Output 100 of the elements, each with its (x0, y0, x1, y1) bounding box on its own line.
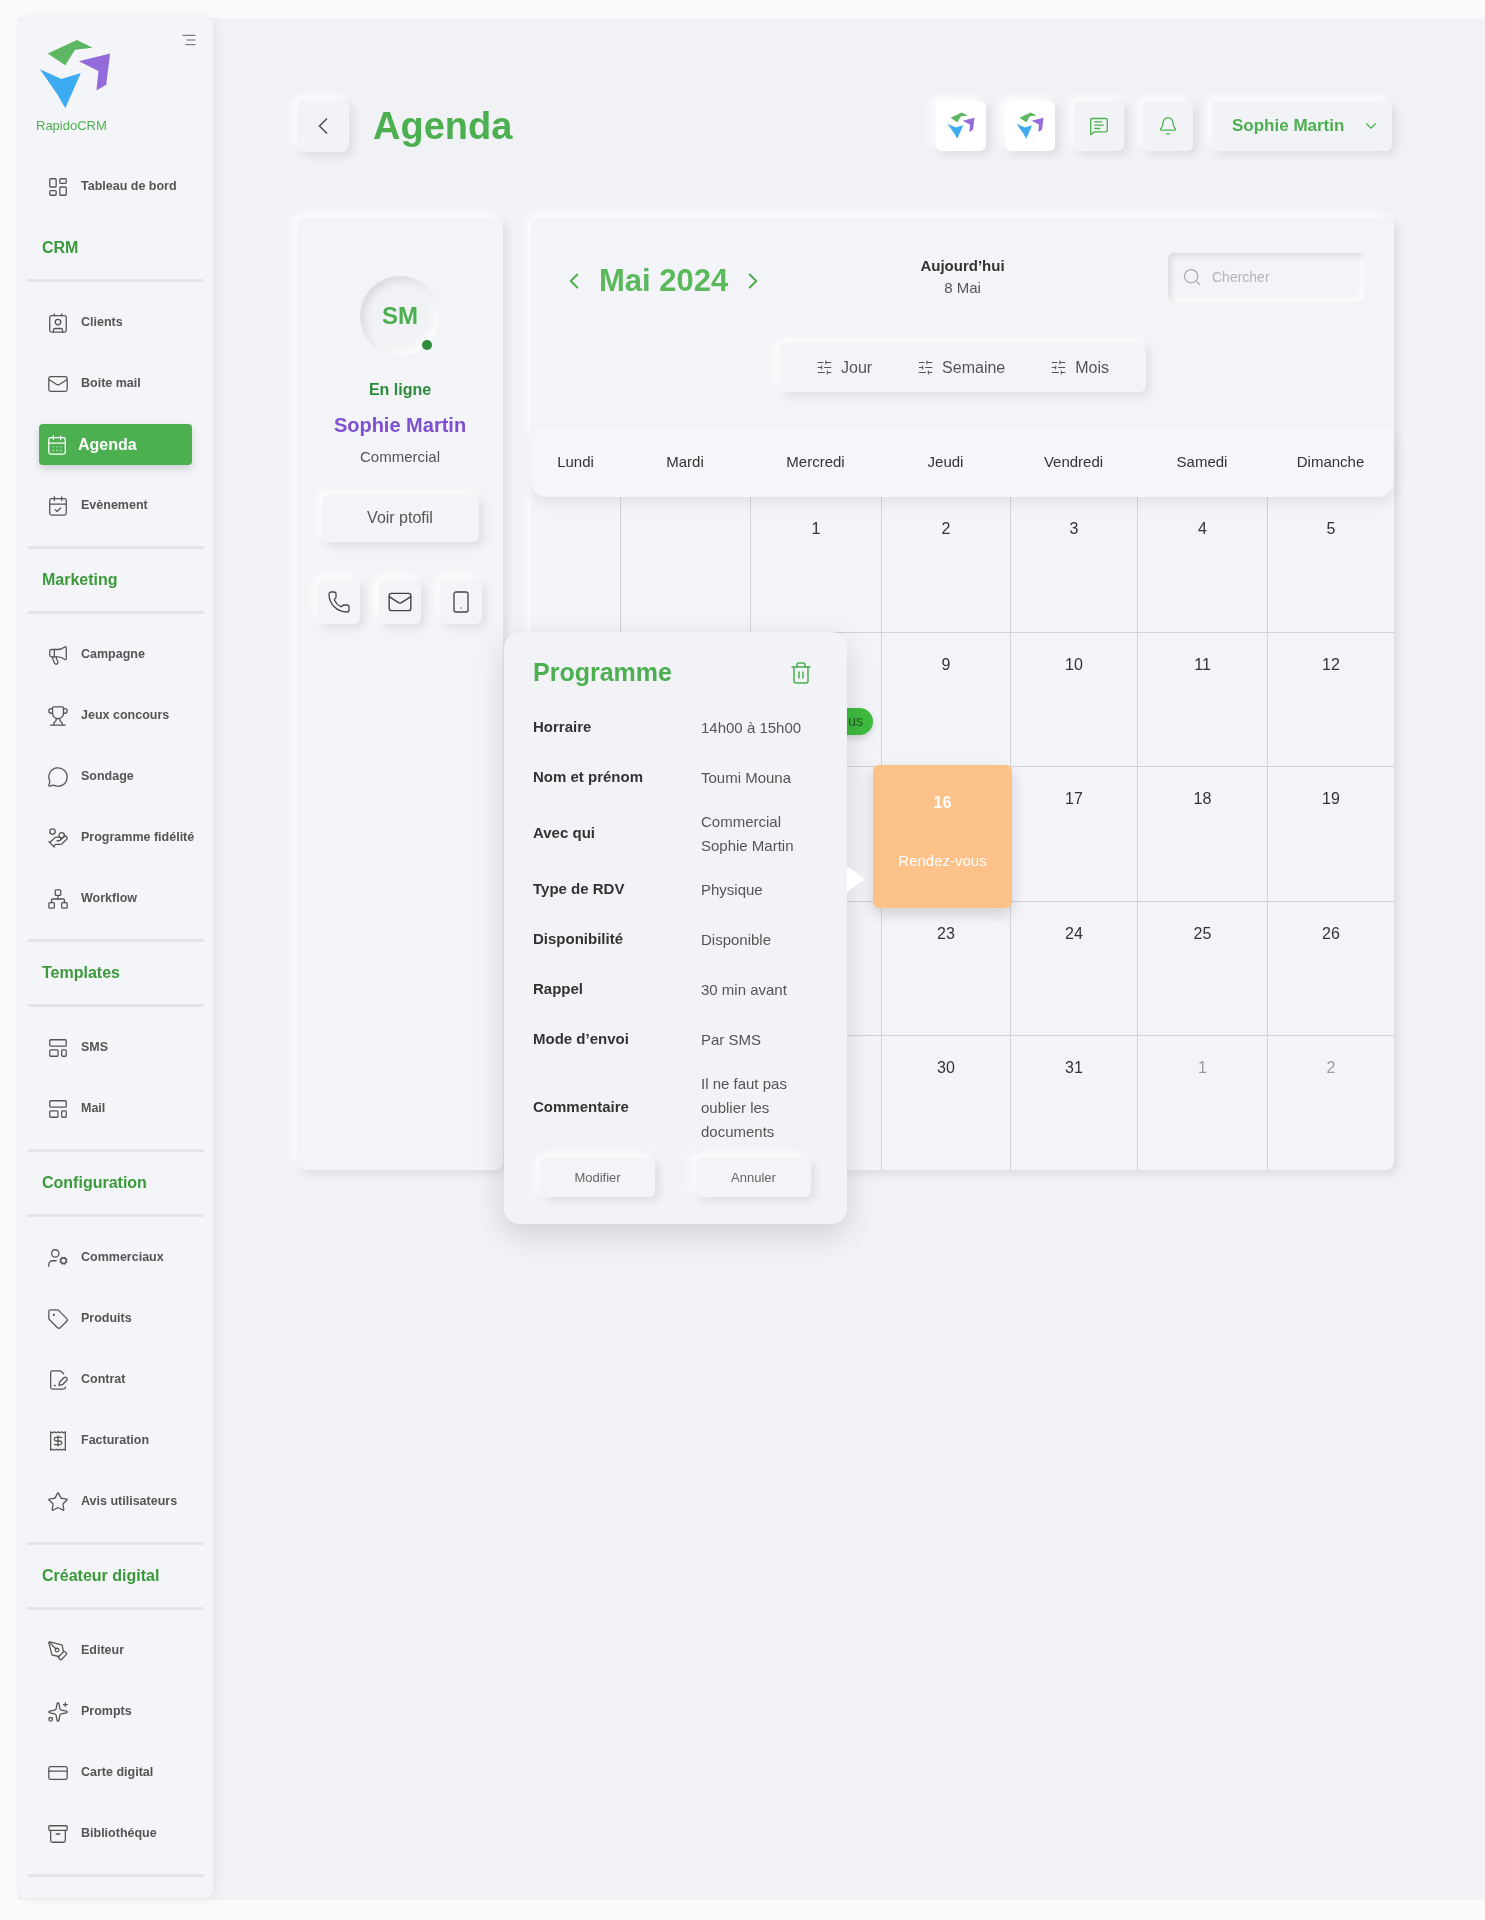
day-number[interactable]: 31 (1065, 1056, 1083, 1170)
field-value: Toumi Mouna (701, 767, 793, 788)
view-tab[interactable]: Semaine (917, 355, 1006, 380)
day-number: 16 (933, 793, 952, 814)
day-number[interactable]: 30 (937, 1056, 955, 1170)
sidebar-item[interactable]: Evènement (39, 485, 192, 526)
sidebar-item[interactable]: SMS (39, 1027, 192, 1068)
sliders-icon (816, 359, 833, 376)
sidebar-item[interactable]: Tableau de bord (39, 166, 192, 207)
sidebar-item[interactable]: Prompts (39, 1691, 192, 1732)
day-number[interactable]: 1 (811, 517, 821, 632)
view-tab[interactable]: Jour (816, 355, 873, 380)
message-icon (1089, 116, 1109, 136)
weekday-label: Lundi (557, 452, 594, 473)
month-title: Mai 2024 (599, 262, 729, 300)
sliders-icon (917, 359, 935, 376)
receipt-icon (47, 1429, 69, 1452)
sidebar-item[interactable]: Editeur (39, 1630, 192, 1671)
app-logo-button[interactable] (1005, 101, 1055, 151)
sidebar-item[interactable]: Commerciaux (39, 1237, 192, 1278)
day-number[interactable]: 18 (1193, 787, 1212, 901)
sidebar-item[interactable]: Clients (39, 302, 192, 343)
sidebar-item[interactable]: Carte digital (39, 1752, 192, 1793)
day-number[interactable]: 11 (1194, 652, 1211, 767)
day-number[interactable]: 25 (1193, 921, 1212, 1036)
email-button[interactable] (379, 579, 421, 624)
view-profile-button[interactable]: Voir ptofil (321, 494, 479, 542)
weekday-label: Mardi (666, 452, 704, 473)
calendar-check-icon (47, 494, 69, 517)
field-value: 30 min avant (701, 979, 788, 1000)
app-logo-button[interactable] (936, 101, 986, 151)
sidebar-item[interactable]: Contrat (39, 1359, 192, 1400)
day-number[interactable]: 5 (1326, 517, 1336, 632)
contact-card-icon (47, 311, 69, 334)
sidebar-item[interactable]: Workflow (39, 878, 192, 919)
sidebar-item[interactable]: Jeux concours (39, 695, 192, 736)
day-number[interactable]: 2 (941, 517, 951, 632)
today-label: Aujourd’hui (920, 255, 1005, 276)
popup-title: Programme (533, 657, 672, 688)
call-button[interactable] (318, 579, 360, 624)
layout-icon (47, 1036, 69, 1059)
menu-icon[interactable] (179, 32, 199, 48)
document-pen-icon (47, 1368, 69, 1391)
day-number[interactable]: 19 (1322, 787, 1340, 901)
page-title: Agenda (373, 103, 513, 149)
field-label: Horraire (533, 717, 593, 738)
sidebar-item[interactable]: Boite mail (39, 363, 192, 404)
popup-button[interactable]: Annuler (696, 1158, 811, 1197)
sidebar-item[interactable]: Bibliothéque (39, 1813, 192, 1854)
day-number[interactable]: 10 (1065, 652, 1083, 767)
dashboard-icon (47, 175, 69, 198)
network-icon (47, 887, 69, 910)
weekday-label: Mercredi (786, 452, 845, 473)
popup-button[interactable]: Modifier (540, 1158, 655, 1197)
day-number[interactable]: 4 (1198, 517, 1207, 632)
today-date: 8 Mai (944, 278, 981, 299)
field-value: Physique (701, 879, 764, 900)
section-heading: Configuration (42, 1173, 147, 1193)
section-heading: CRM (42, 238, 79, 258)
day-number[interactable]: 24 (1065, 921, 1083, 1036)
avatar: SM (360, 276, 440, 356)
sidebar-item[interactable]: Facturation (39, 1420, 192, 1461)
sliders-icon (1050, 359, 1068, 376)
weekday-label: Jeudi (927, 452, 964, 473)
view-tab[interactable]: Mois (1050, 355, 1109, 380)
day-number[interactable]: 12 (1322, 652, 1340, 767)
sidebar-item[interactable]: Campagne (39, 634, 192, 675)
tag-icon (47, 1307, 69, 1330)
field-value: Il ne faut pas oublier les documents (701, 1073, 788, 1142)
field-label: Mode d’envoi (533, 1029, 630, 1050)
sparkles-icon (47, 1700, 69, 1723)
phone-icon (327, 589, 351, 614)
popup-pointer (847, 866, 865, 892)
pen-icon (47, 1639, 69, 1662)
sidebar-item[interactable]: Sondage (39, 756, 192, 797)
trophy-icon (47, 704, 69, 727)
messages-button[interactable] (1074, 101, 1124, 151)
sidebar-item[interactable]: Produits (39, 1298, 192, 1339)
appointment-title: Rendez-vous (898, 851, 987, 872)
field-label: Type de RDV (533, 879, 626, 900)
trash-icon[interactable] (789, 660, 813, 685)
sidebar-item[interactable]: Programme fidélité (39, 817, 192, 858)
bell-icon (1158, 116, 1178, 136)
day-number[interactable]: 3 (1069, 517, 1079, 632)
brand-name: RapidoCRM (36, 117, 108, 135)
day-number[interactable]: 23 (937, 921, 955, 1036)
sidebar-item[interactable]: Avis utilisateurs (39, 1481, 192, 1522)
sms-button[interactable] (440, 579, 482, 624)
day-number[interactable]: 9 (941, 652, 951, 767)
megaphone-icon (47, 643, 69, 666)
day-number[interactable]: 26 (1322, 921, 1340, 1036)
logo-icon (1015, 111, 1045, 141)
search-field[interactable]: Chercher (1212, 266, 1342, 288)
hand-coins-icon (47, 826, 69, 849)
field-value: Disponible (701, 929, 773, 950)
sidebar-item[interactable]: Mail (39, 1088, 192, 1129)
field-label: Disponibilité (533, 929, 624, 950)
section-heading: Marketing (42, 570, 118, 590)
day-number[interactable]: 17 (1065, 787, 1083, 901)
star-icon (47, 1490, 69, 1513)
